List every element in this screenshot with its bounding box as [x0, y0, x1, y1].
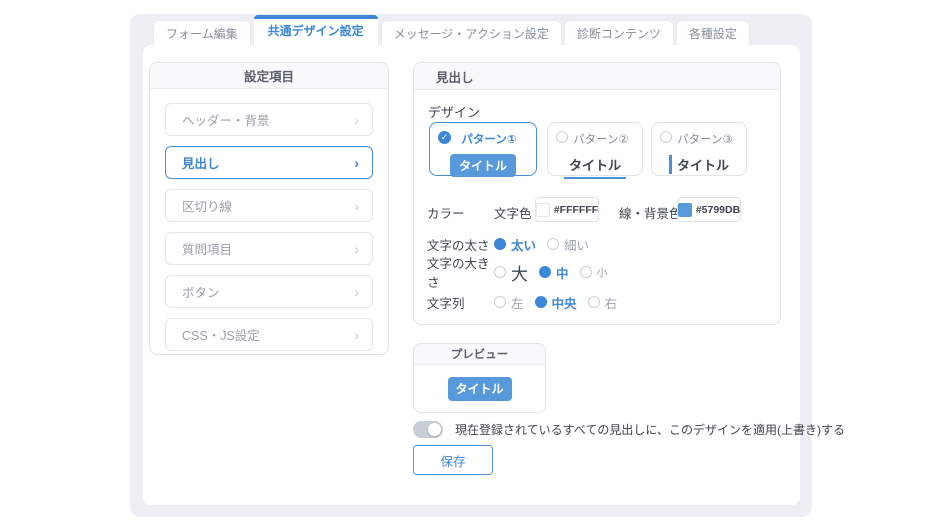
radio-unchecked-icon [494, 296, 506, 308]
size-large-label: 大 [511, 264, 528, 284]
sidebar-item-header-background[interactable]: ヘッダー・背景 › [165, 103, 373, 136]
font-size-options: 大 中 小 [494, 260, 608, 285]
font-size-row: 文字の大きさ 大 中 小 [427, 257, 769, 290]
radio-unchecked-icon [587, 296, 600, 308]
preview-title-sample: タイトル [447, 376, 512, 401]
pattern-1-card[interactable]: ✓ パターン① タイトル [429, 122, 537, 177]
pattern-cards: ✓ パターン① タイトル パターン② タイトル パターン③ タイトル [429, 122, 767, 179]
radio-checked-icon [539, 266, 551, 278]
preview-body: タイトル [414, 365, 545, 412]
tab-misc-settings[interactable]: 各種設定 [675, 20, 750, 45]
chevron-right-icon: › [354, 240, 359, 257]
sidebar-item-button[interactable]: ボタン › [165, 275, 373, 308]
align-center-option[interactable]: 中央 [534, 293, 577, 312]
sidebar-list: ヘッダー・背景 › 見出し › 区切り線 › 質問項目 › ボタン › CSS・… [150, 89, 388, 365]
weight-bold-label: 太い [511, 238, 537, 253]
pattern-2-sample: タイトル [563, 155, 626, 179]
tab-bar: フォーム編集 共通デザイン設定 メッセージ・アクション設定 診断コンテンツ 各種… [153, 14, 750, 45]
font-weight-label: 文字の太さ [427, 238, 490, 253]
chevron-right-icon: › [354, 154, 359, 171]
align-center-label: 中央 [551, 296, 577, 311]
apply-toggle-switch[interactable] [413, 421, 443, 438]
color-row: カラー 文字色 #FFFFFF 線・背景色 #5799DB [427, 197, 769, 222]
radio-unchecked-icon [494, 266, 506, 278]
save-button[interactable]: 保存 [413, 445, 493, 475]
settings-sidebar: 設定項目 ヘッダー・背景 › 見出し › 区切り線 › 質問項目 › ボタン ›… [149, 62, 389, 355]
sidebar-item-label: 質問項目 [182, 243, 233, 257]
weight-bold-option[interactable]: 太い [494, 235, 536, 254]
pattern-1-sample: タイトル [450, 154, 516, 177]
line-bg-color-value: #5799DB [695, 203, 741, 216]
size-medium-option[interactable]: 中 [539, 263, 569, 282]
align-right-option[interactable]: 右 [587, 293, 618, 312]
apply-toggle-label: 現在登録されているすべての見出しに、このデザインを適用(上書き)する [455, 423, 845, 437]
pattern-3-sample: タイトル [668, 155, 729, 174]
heading-settings-panel: 見出し デザイン ✓ パターン① タイトル パターン② タイトル パターン③ タ… [413, 62, 781, 325]
sidebar-item-label: 区切り線 [182, 200, 233, 214]
blue-color-swatch [677, 202, 692, 217]
text-color-label: 文字色 [494, 207, 532, 221]
radio-unchecked-icon[interactable] [556, 131, 568, 143]
sidebar-item-label: ボタン [182, 286, 220, 300]
preview-box: プレビュー タイトル [413, 343, 546, 413]
size-small-option[interactable]: 小 [579, 264, 608, 280]
pattern-3-card[interactable]: パターン③ タイトル [651, 122, 747, 176]
line-bg-color-input[interactable]: #5799DB [677, 197, 741, 222]
text-color-value: #FFFFFF [553, 203, 599, 216]
line-bg-color-label: 線・背景色 [619, 207, 682, 221]
chevron-right-icon: › [354, 111, 359, 128]
sidebar-title: 設定項目 [150, 63, 388, 89]
design-label: デザイン [428, 105, 481, 120]
weight-thin-option[interactable]: 細い [547, 235, 589, 254]
color-label: カラー [427, 207, 465, 221]
preview-title: プレビュー [414, 344, 545, 365]
app-shell: フォーム編集 共通デザイン設定 メッセージ・アクション設定 診断コンテンツ 各種… [130, 14, 845, 517]
page: フォーム編集 共通デザイン設定 メッセージ・アクション設定 診断コンテンツ 各種… [0, 0, 940, 529]
text-align-options: 左 中央 右 [494, 293, 617, 312]
radio-unchecked-icon [579, 266, 592, 278]
radio-unchecked-icon [547, 238, 560, 250]
weight-thin-label: 細い [564, 238, 590, 253]
font-size-label: 文字の大きさ [427, 257, 490, 290]
text-color-input[interactable]: #FFFFFF [535, 197, 599, 222]
size-small-label: 小 [596, 267, 608, 279]
radio-checked-icon [534, 296, 547, 308]
panel-title: 見出し [414, 63, 780, 90]
size-large-option[interactable]: 大 [494, 260, 528, 285]
content-card: 設定項目 ヘッダー・背景 › 見出し › 区切り線 › 質問項目 › ボタン ›… [143, 45, 845, 505]
font-weight-options: 太い 細い [494, 235, 589, 254]
font-weight-row: 文字の太さ 太い 細い [427, 234, 769, 254]
white-color-swatch [535, 202, 550, 217]
sidebar-item-question-items[interactable]: 質問項目 › [165, 232, 373, 265]
sidebar-item-label: 見出し [182, 157, 220, 171]
align-left-label: 左 [511, 296, 524, 311]
radio-checked-icon [494, 238, 506, 250]
text-align-row: 文字列 左 中央 右 [427, 292, 769, 312]
apply-toggle-row: 現在登録されているすべての見出しに、このデザインを適用(上書き)する [413, 421, 845, 438]
sidebar-item-heading[interactable]: 見出し › [165, 146, 373, 179]
tab-form-edit[interactable]: フォーム編集 [153, 20, 251, 45]
sidebar-item-label: ヘッダー・背景 [182, 114, 270, 128]
align-left-option[interactable]: 左 [494, 293, 524, 312]
radio-unchecked-icon[interactable] [660, 131, 672, 143]
chevron-right-icon: › [354, 197, 359, 214]
sidebar-item-css-js-settings[interactable]: CSS・JS設定 › [165, 318, 373, 351]
tab-diagnostic-content[interactable]: 診断コンテンツ [563, 20, 674, 45]
radio-checked-icon[interactable]: ✓ [438, 131, 451, 144]
tab-common-design-settings[interactable]: 共通デザイン設定 [252, 14, 379, 45]
chevron-right-icon: › [354, 283, 359, 300]
tab-message-action-settings[interactable]: メッセージ・アクション設定 [380, 20, 562, 45]
text-align-label: 文字列 [427, 296, 465, 311]
pattern-2-card[interactable]: パターン② タイトル [547, 122, 643, 179]
size-medium-label: 中 [556, 266, 569, 281]
sidebar-item-divider-line[interactable]: 区切り線 › [165, 189, 373, 222]
sidebar-item-label: CSS・JS設定 [182, 329, 260, 343]
toggle-knob [428, 423, 441, 436]
chevron-right-icon: › [354, 326, 359, 343]
align-right-label: 右 [604, 296, 618, 311]
